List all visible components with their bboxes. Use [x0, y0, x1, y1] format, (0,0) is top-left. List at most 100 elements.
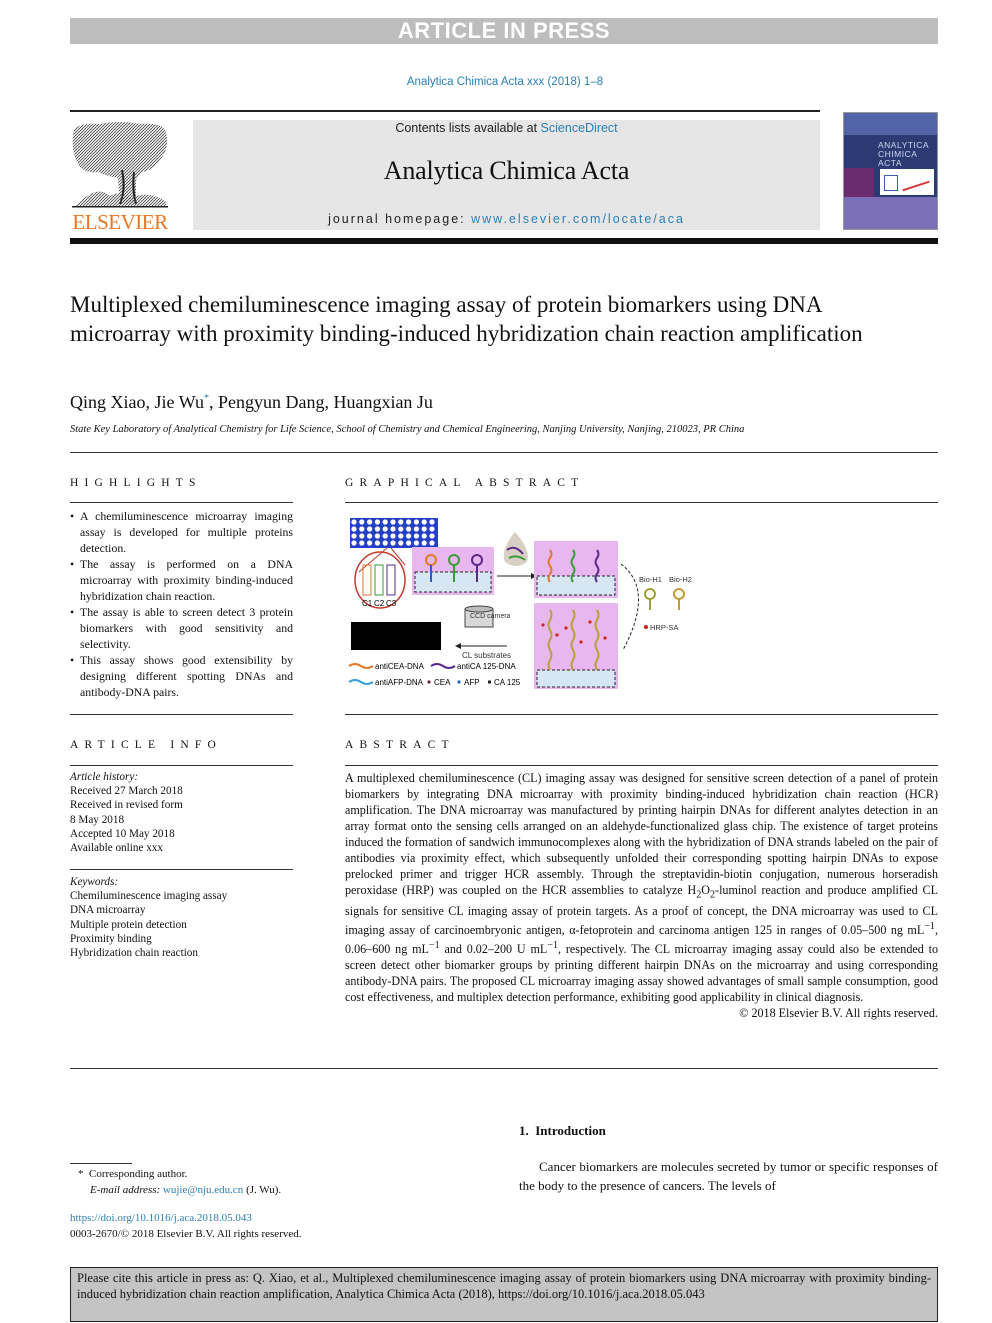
graphical-abstract-bottom-rule — [345, 714, 938, 715]
email-suffix: (J. Wu). — [243, 1184, 282, 1196]
bio-h2-label: Bio-H2 — [669, 575, 692, 584]
journal-homepage-link[interactable]: www.elsevier.com/locate/aca — [471, 212, 685, 226]
legend-label: AFP — [464, 678, 480, 687]
footnote-rule — [70, 1163, 132, 1164]
array-spot — [359, 540, 365, 546]
author[interactable]: Jie Wu — [155, 392, 204, 412]
history-entry: 8 May 2018 — [70, 813, 125, 826]
array-spot — [429, 519, 435, 525]
highlights-rule — [70, 502, 293, 503]
immunocomplex-panel — [534, 541, 618, 598]
keyword: Chemiluminescence imaging assay — [70, 890, 228, 903]
array-spot — [367, 526, 373, 532]
graphical-abstract-heading: GRAPHICAL ABSTRACT — [345, 477, 585, 489]
arrow-head-icon — [455, 643, 461, 649]
corresponding-author-mark[interactable]: * — [204, 393, 209, 404]
history-entry: Received in revised form — [70, 799, 183, 812]
author[interactable]: Huangxian Ju — [333, 392, 432, 412]
array-spot — [351, 526, 357, 532]
array-spot — [406, 526, 412, 532]
array-spot — [374, 533, 380, 539]
affiliation: State Key Laboratory of Analytical Chemi… — [70, 424, 745, 435]
introduction-heading: 1. Introduction — [519, 1123, 606, 1138]
author[interactable]: Pengyun Dang — [218, 392, 325, 412]
cover-figure — [880, 169, 934, 195]
cover-bottom-band — [844, 197, 937, 229]
array-spot — [351, 540, 357, 546]
hrp-sa-icon — [644, 625, 648, 629]
array-spot — [421, 533, 427, 539]
author-list: Qing Xiao, Jie Wu*, Pengyun Dang, Huangx… — [70, 392, 433, 412]
array-spot — [390, 540, 396, 546]
array-spot — [359, 533, 365, 539]
array-spot — [367, 533, 373, 539]
article-history: Article history: Received 27 March 2018 … — [70, 770, 183, 855]
history-entry: Available online xxx — [70, 842, 163, 855]
cell-label: C3 — [386, 599, 397, 608]
sciencedirect-link[interactable]: ScienceDirect — [541, 121, 618, 135]
magnified-cells: C1 C2 C3 — [354, 547, 406, 609]
masthead-thick-rule — [70, 238, 938, 244]
array-spot — [374, 519, 380, 525]
elsevier-tree-icon — [72, 122, 168, 208]
doi-link[interactable]: https://doi.org/10.1016/j.aca.2018.05.04… — [70, 1212, 252, 1224]
article-info-heading: ARTICLE INFO — [70, 739, 222, 751]
footnote-mark: * — [78, 1168, 84, 1180]
elsevier-wordmark: ELSEVIER — [72, 210, 168, 234]
highlights-list: A chemiluminescence microarray imaging a… — [70, 508, 293, 700]
highlights-heading: HIGHLIGHTS — [70, 477, 202, 489]
array-spot — [382, 519, 388, 525]
abstract-text: A multiplexed chemiluminescence (CL) ima… — [345, 771, 939, 1005]
highlight-item: The assay is able to screen detect 3 pro… — [70, 604, 293, 652]
highlights-bottom-rule — [70, 714, 293, 715]
sample-droplet — [503, 532, 528, 566]
highlight-item: The assay is performed on a DNA microarr… — [70, 556, 293, 604]
array-spot — [390, 519, 396, 525]
author[interactable]: Qing Xiao — [70, 392, 146, 412]
abstract-body: A multiplexed chemiluminescence (CL) ima… — [345, 770, 938, 1021]
header-rule — [70, 110, 820, 112]
legend-label: CA 125 — [494, 678, 521, 687]
doi-block: https://doi.org/10.1016/j.aca.2018.05.04… — [70, 1210, 302, 1242]
elsevier-logo: ELSEVIER — [70, 120, 170, 234]
hcr-amplification-panel — [534, 603, 618, 689]
array-spot — [398, 526, 404, 532]
array-spot — [359, 519, 365, 525]
array-spot — [413, 540, 419, 546]
array-spot — [382, 533, 388, 539]
array-spot — [359, 526, 365, 532]
array-spot — [374, 540, 380, 546]
journal-masthead: Contents lists available at ScienceDirec… — [193, 120, 820, 230]
array-spot — [413, 526, 419, 532]
keywords-label: Keywords: — [70, 876, 119, 888]
legend-label: antiCA 125-DNA — [457, 662, 516, 671]
array-spot — [398, 540, 404, 546]
abstract-copyright: © 2018 Elsevier B.V. All rights reserved… — [739, 1006, 938, 1021]
highlight-item: This assay shows good extensibility by d… — [70, 652, 293, 700]
hrp-sa-label: HRP-SA — [650, 623, 678, 632]
array-spot — [421, 519, 427, 525]
highlight-item: A chemiluminescence microarray imaging a… — [70, 508, 293, 556]
citation-box: Please cite this article in press as: Q.… — [70, 1267, 938, 1322]
array-spot — [382, 540, 388, 546]
journal-reference-link[interactable]: Analytica Chimica Acta xxx (2018) 1–8 — [0, 76, 992, 88]
array-spot — [406, 533, 412, 539]
email-link[interactable]: wujie@nju.edu.cn — [163, 1184, 243, 1196]
bio-h1-label: Bio-H1 — [639, 575, 662, 584]
legend-label: antiAFP-DNA — [375, 678, 424, 687]
history-label: Article history: — [70, 771, 139, 783]
keyword: Hybridization chain reaction — [70, 947, 198, 960]
array-spot — [382, 526, 388, 532]
array-spot — [429, 540, 435, 546]
array-spot — [367, 519, 373, 525]
footnote-text: Corresponding author. — [89, 1168, 188, 1180]
legend-label: antiCEA-DNA — [375, 662, 425, 671]
array-spot — [351, 519, 357, 525]
array-spot — [390, 533, 396, 539]
array-spot — [367, 540, 373, 546]
graphical-abstract-figure: C1 C2 C3 Bio-H1 Bio-H2 HRP-SA CCD camera… — [348, 518, 692, 689]
article-title: Multiplexed chemiluminescence imaging as… — [70, 292, 863, 346]
contents-line: Contents lists available at ScienceDirec… — [193, 121, 820, 135]
title-block-rule — [70, 452, 938, 453]
microarray-chip — [350, 518, 438, 548]
